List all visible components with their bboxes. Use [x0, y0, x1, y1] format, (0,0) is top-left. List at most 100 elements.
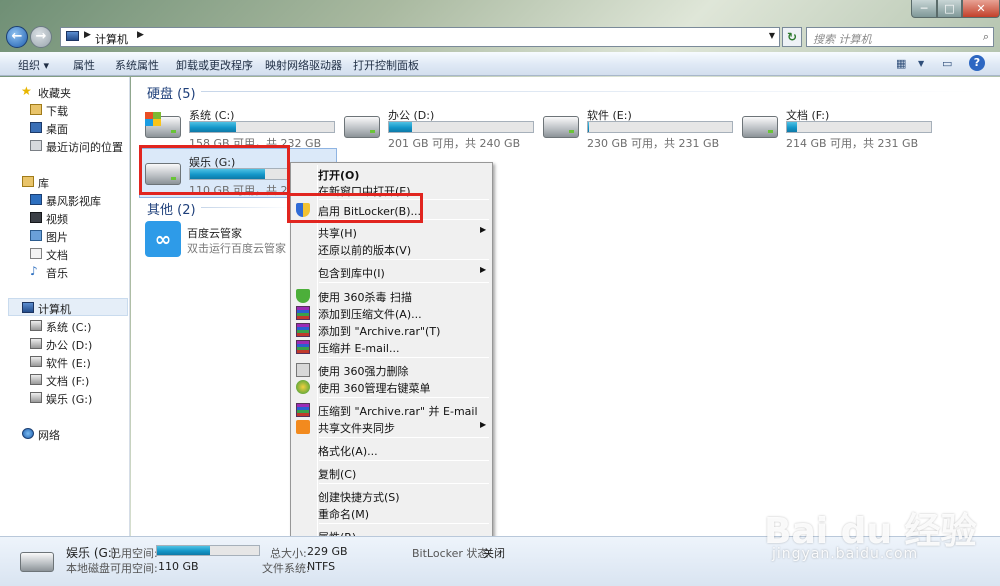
- menu-item-rename[interactable]: 重命名(M): [318, 506, 369, 522]
- menu-separator: [319, 437, 489, 438]
- hard-drive-icon: [30, 338, 42, 349]
- minimize-button[interactable]: ─: [911, 0, 937, 18]
- hard-drive-icon: [30, 374, 42, 385]
- search-placeholder: 搜索 计算机: [813, 33, 872, 46]
- uninstall-button[interactable]: 卸载或更改程序: [176, 57, 253, 73]
- hard-drive-icon: [20, 552, 54, 572]
- title-bar: [0, 0, 1000, 20]
- sync-folder-icon: [296, 420, 310, 434]
- details-free-label: 可用空间:: [110, 562, 158, 575]
- menu-separator: [319, 483, 489, 484]
- menu-item-add-archive[interactable]: 添加到压缩文件(A)...: [318, 306, 422, 322]
- menu-item-include-library[interactable]: 包含到库中(I) ▶: [318, 265, 486, 281]
- view-options-icon[interactable]: ▦: [896, 57, 906, 70]
- properties-button[interactable]: 属性: [73, 57, 95, 73]
- system-drive-icon: [30, 320, 42, 331]
- menu-item-compress-email[interactable]: 压缩并 E-mail...: [318, 340, 399, 356]
- maximize-button[interactable]: □: [937, 0, 962, 18]
- menu-item-360-force-delete[interactable]: 使用 360强力删除: [318, 363, 409, 379]
- menu-separator: [319, 523, 489, 524]
- content-pane: 硬盘 (5) 系统 (C:) 158 GB 可用，共 232 GB 办公 (D:…: [131, 77, 1000, 536]
- help-icon[interactable]: ?: [969, 55, 985, 71]
- menu-item-restore-versions[interactable]: 还原以前的版本(V): [318, 242, 411, 258]
- drive-usage-bar: [587, 121, 733, 133]
- chevron-down-icon[interactable]: ▼: [918, 59, 924, 68]
- organize-button[interactable]: 组织 ▾: [18, 57, 49, 73]
- star-icon: ★: [21, 84, 32, 98]
- menu-item-add-archive-rar[interactable]: 添加到 "Archive.rar"(T): [318, 323, 440, 339]
- preview-pane-icon[interactable]: ▭: [942, 57, 952, 70]
- submenu-arrow-icon: ▶: [480, 225, 487, 234]
- drive-tile-d[interactable]: 办公 (D:) 201 GB 可用，共 240 GB: [344, 104, 544, 154]
- group-header-hard-disks[interactable]: 硬盘 (5): [147, 83, 196, 102]
- highlight-box-drive: [139, 145, 290, 195]
- drive-usage-bar: [786, 121, 932, 133]
- map-drive-button[interactable]: 映射网络驱动器: [265, 57, 342, 73]
- menu-item-open[interactable]: 打开(O): [318, 167, 359, 183]
- menu-separator: [319, 357, 489, 358]
- back-button[interactable]: ←: [6, 26, 28, 48]
- pictures-icon: [30, 230, 42, 241]
- antivirus-360-icon: [296, 289, 310, 303]
- chevron-down-icon[interactable]: ▼: [769, 31, 775, 40]
- breadcrumb-chevron-icon[interactable]: ▶: [84, 30, 91, 40]
- search-icon[interactable]: ⌕: [983, 30, 989, 44]
- winrar-icon: [296, 403, 310, 417]
- search-input[interactable]: 搜索 计算机 ⌕: [806, 27, 994, 47]
- baidu-cloud-icon: ∞: [145, 221, 181, 257]
- details-bitlocker-value: 关闭: [483, 547, 505, 560]
- menu-item-360-manage-menu[interactable]: 使用 360管理右键菜单: [318, 380, 431, 396]
- winrar-icon: [296, 340, 310, 354]
- menu-item-share[interactable]: 共享(H) ▶: [318, 225, 486, 241]
- breadcrumb-chevron-icon[interactable]: ▶: [137, 30, 144, 40]
- group-header-other[interactable]: 其他 (2): [147, 199, 196, 218]
- breadcrumb-computer[interactable]: 计算机: [95, 31, 128, 47]
- network-icon: [22, 428, 34, 439]
- menu-separator: [319, 282, 489, 283]
- details-total-label: 总大小:: [270, 547, 307, 560]
- hard-drive-icon: [344, 116, 380, 138]
- menu-item-compress-rar-email[interactable]: 压缩到 "Archive.rar" 并 E-mail: [318, 403, 478, 419]
- menu-item-create-shortcut[interactable]: 创建快捷方式(S): [318, 489, 400, 505]
- recent-places-icon: [30, 140, 42, 151]
- menu-separator: [319, 259, 489, 260]
- drive-tile-f[interactable]: 文档 (F:) 214 GB 可用，共 231 GB: [742, 104, 942, 154]
- drive-usage-bar: [388, 121, 534, 133]
- highlight-box-bitlocker: [287, 193, 423, 223]
- details-free-value: 110 GB: [158, 560, 199, 573]
- navigation-pane: ★ 收藏夹 下载 桌面 最近访问的位置 库 暴风影视库 视频 图片 文档 ♪ 音…: [0, 77, 130, 536]
- forward-button[interactable]: →: [30, 26, 52, 48]
- details-drive-type: 本地磁盘: [66, 562, 110, 575]
- drive-tile-e[interactable]: 软件 (E:) 230 GB 可用，共 231 GB: [543, 104, 743, 154]
- control-panel-button[interactable]: 打开控制面板: [353, 57, 419, 73]
- documents-icon: [30, 248, 42, 259]
- menu-item-format[interactable]: 格式化(A)...: [318, 443, 378, 459]
- menu-item-360-scan[interactable]: 使用 360杀毒 扫描: [318, 289, 412, 305]
- computer-icon: [66, 31, 79, 41]
- refresh-button[interactable]: ↻: [782, 27, 802, 47]
- group-divider: [201, 207, 291, 208]
- details-bitlocker-label: BitLocker 状态:: [412, 547, 493, 560]
- menu-item-copy[interactable]: 复制(C): [318, 466, 356, 482]
- video-icon: [30, 212, 42, 223]
- close-button[interactable]: ✕: [962, 0, 1000, 18]
- menu-manager-360-icon: [296, 380, 310, 394]
- library-icon: [22, 176, 34, 187]
- system-properties-button[interactable]: 系统属性: [115, 57, 159, 73]
- desktop-icon: [30, 122, 42, 133]
- menu-item-sync-folder[interactable]: 共享文件夹同步 ▶: [318, 420, 486, 436]
- command-bar: 组织 ▾ 属性 系统属性 卸载或更改程序 映射网络驱动器 打开控制面板 ▦ ▼ …: [0, 52, 1000, 76]
- hard-drive-icon: [742, 116, 778, 138]
- downloads-icon: [30, 104, 42, 115]
- details-fs-label: 文件系统:: [262, 562, 310, 575]
- winrar-icon: [296, 306, 310, 320]
- hard-drive-icon: [30, 356, 42, 367]
- details-usage-bar: [156, 545, 260, 556]
- address-bar[interactable]: ▶ 计算机 ▶ ▼: [60, 27, 780, 47]
- drive-free-space: 214 GB 可用，共 231 GB: [786, 137, 919, 150]
- details-used-label: 已用空间:: [110, 547, 158, 560]
- music-icon: ♪: [30, 264, 38, 278]
- video-library-icon: [30, 194, 42, 205]
- group-divider: [201, 91, 981, 92]
- menu-separator: [319, 397, 489, 398]
